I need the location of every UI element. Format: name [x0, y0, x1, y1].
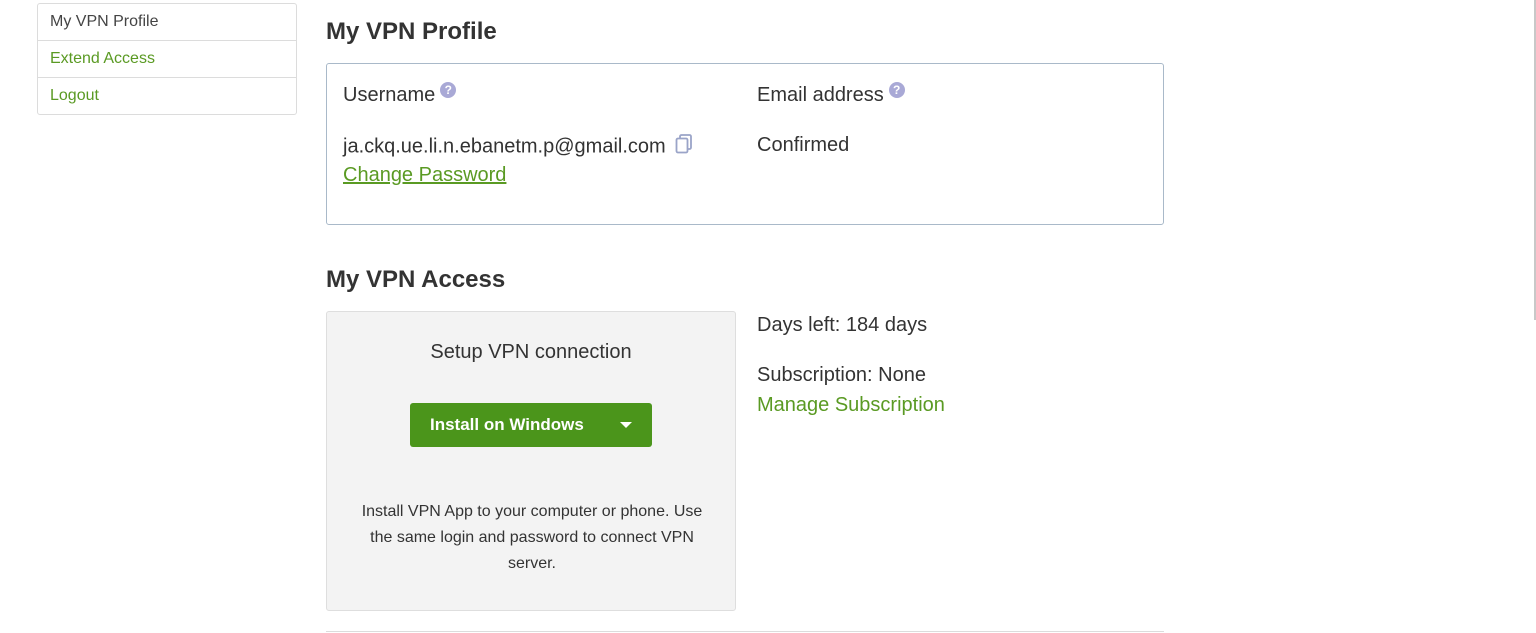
section-divider [326, 631, 1164, 632]
sidebar-item-extend-access[interactable]: Extend Access [38, 40, 296, 77]
access-section-title: My VPN Access [326, 266, 506, 293]
subscription-status: Subscription: None [757, 364, 926, 386]
profile-card: Username? Email address? ja.ckq.ue.li.n.… [326, 63, 1164, 225]
profile-section-title: My VPN Profile [326, 18, 497, 45]
help-icon[interactable]: ? [888, 82, 905, 98]
username-label: Username [343, 84, 436, 106]
sidebar-nav: My VPN Profile Extend Access Logout [37, 3, 297, 115]
days-left: Days left: 184 days [757, 314, 928, 336]
page: My VPN Profile Extend Access Logout My V… [0, 0, 1536, 633]
manage-subscription-link[interactable]: Manage Subscription [757, 394, 945, 417]
sidebar-item-logout[interactable]: Logout [38, 77, 296, 114]
setup-title: Setup VPN connection [430, 341, 632, 363]
email-label-row: Email address? [757, 82, 905, 107]
setup-vpn-panel: Setup VPN connection Install on Windows … [326, 311, 736, 611]
username-label-row: Username? [343, 82, 457, 107]
email-status: Confirmed [757, 134, 850, 156]
install-button-label: Install on Windows [430, 415, 584, 434]
sidebar-item-my-vpn-profile[interactable]: My VPN Profile [38, 4, 296, 40]
chevron-down-icon[interactable] [620, 422, 632, 428]
copy-icon[interactable] [675, 134, 693, 160]
change-password-link[interactable]: Change Password [343, 164, 506, 187]
install-on-windows-button[interactable]: Install on Windows [410, 403, 652, 447]
username-value-row: ja.ckq.ue.li.n.ebanetm.p@gmail.com [343, 134, 693, 160]
setup-description: Install VPN App to your computer or phon… [361, 503, 703, 572]
username-value: ja.ckq.ue.li.n.ebanetm.p@gmail.com [343, 135, 666, 158]
email-label: Email address [757, 84, 884, 106]
help-icon[interactable]: ? [440, 82, 457, 98]
